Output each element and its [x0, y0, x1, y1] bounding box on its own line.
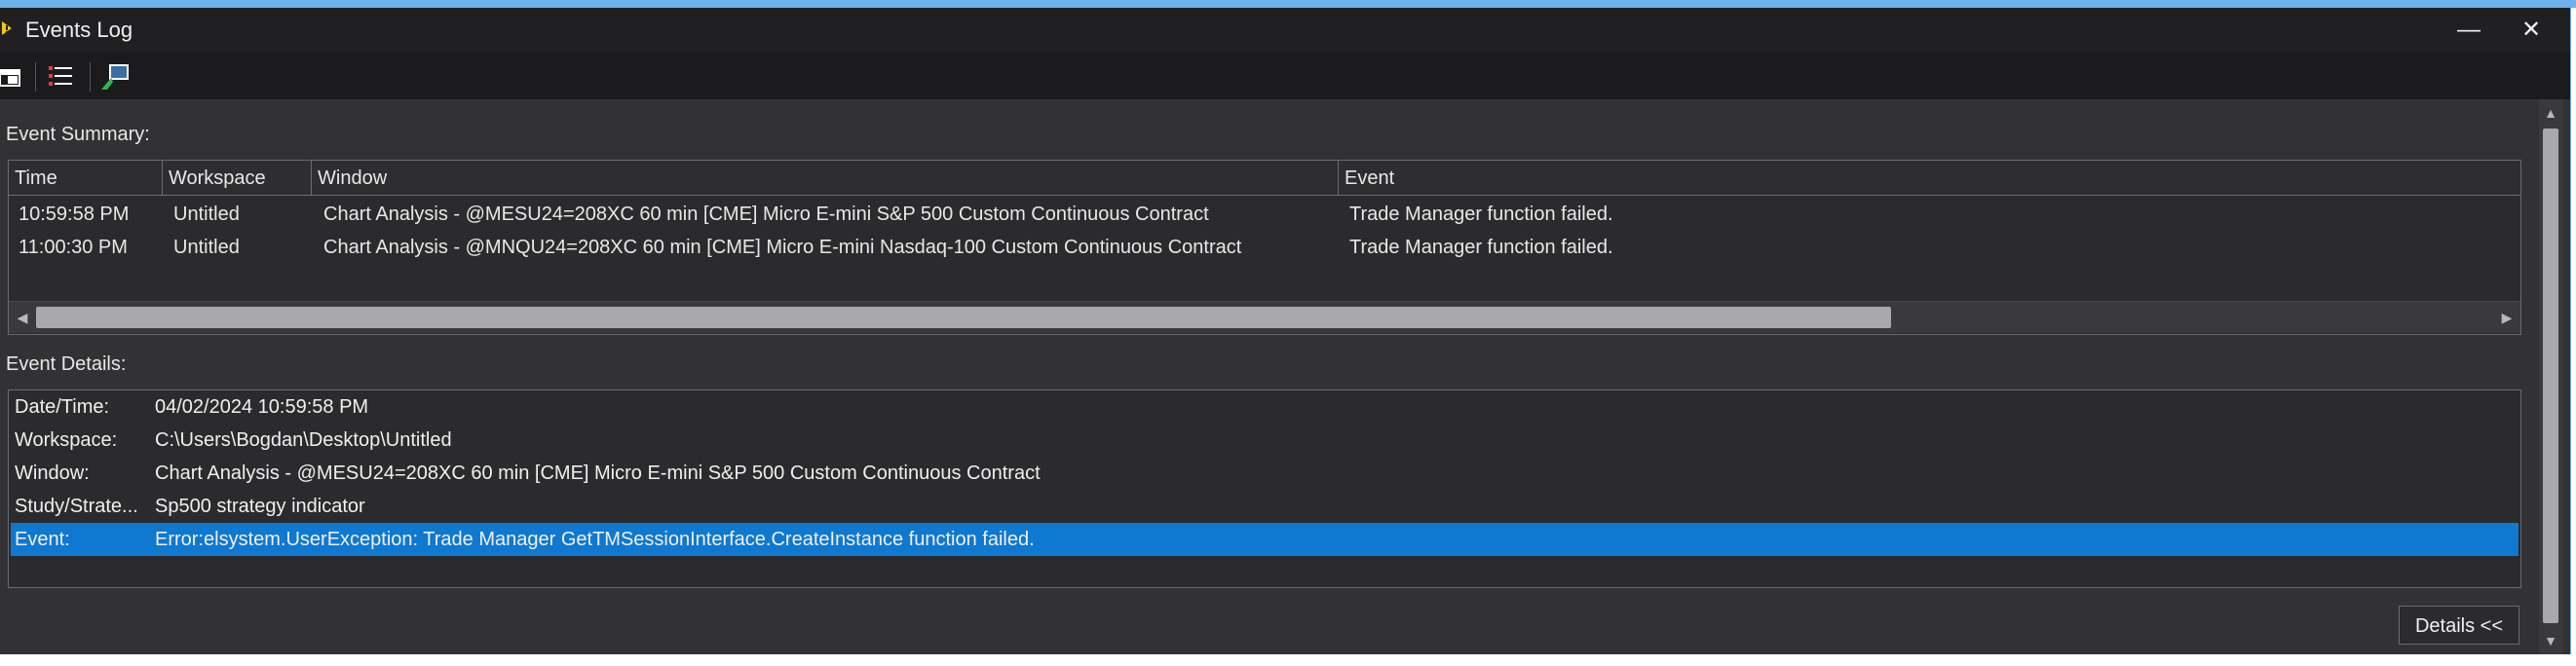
event-details-list: Date/Time: 04/02/2024 10:59:58 PM Worksp…: [8, 389, 2521, 588]
detail-row-window[interactable]: Window: Chart Analysis - @MESU24=208XC 6…: [11, 457, 2519, 490]
warning-icon: [0, 19, 14, 37]
detail-row-event-selected[interactable]: Event: Error:elsystem.UserException: Tra…: [11, 523, 2519, 556]
cell-time: 11:00:30 PM: [19, 237, 128, 258]
detail-value: Chart Analysis - @MESU24=208XC 60 min [C…: [155, 462, 1041, 484]
toolbar-separator: [35, 62, 36, 92]
toolbar-separator: [90, 62, 91, 92]
detail-value: 04/02/2024 10:59:58 PM: [155, 396, 369, 418]
list-button[interactable]: [45, 60, 78, 93]
column-header-time[interactable]: Time: [9, 161, 163, 196]
layout-icon: [0, 69, 20, 87]
vertical-scroll-thumb[interactable]: [2543, 129, 2558, 623]
cell-window: Chart Analysis - @MESU24=208XC 60 min [C…: [323, 204, 1209, 225]
list-icon: [49, 66, 72, 86]
detail-label: Event:: [15, 529, 70, 550]
details-toggle-button[interactable]: Details <<: [2399, 606, 2519, 645]
window-title: Events Log: [25, 18, 133, 42]
cell-event: Trade Manager function failed.: [1349, 204, 1613, 225]
scroll-right-icon[interactable]: ▶: [2497, 308, 2517, 327]
horizontal-scroll-thumb[interactable]: [36, 307, 1891, 328]
cell-workspace: Untitled: [173, 237, 240, 258]
export-icon: [101, 64, 129, 90]
detail-row-workspace[interactable]: Workspace: C:\Users\Bogdan\Desktop\Untit…: [11, 424, 2519, 457]
cell-workspace: Untitled: [173, 204, 240, 225]
cell-time: 10:59:58 PM: [19, 204, 130, 225]
horizontal-scrollbar[interactable]: ◀ ▶: [9, 301, 2520, 333]
title-bar[interactable]: Events Log — ✕: [0, 8, 2570, 53]
table-row[interactable]: 10:59:58 PM Untitled Chart Analysis - @M…: [9, 198, 2520, 231]
cell-window: Chart Analysis - @MNQU24=208XC 60 min [C…: [323, 237, 1242, 258]
vertical-scrollbar[interactable]: ▲ ▼: [2539, 99, 2562, 654]
screen: Events Log — ✕ Event Summary: Time Works…: [0, 0, 2576, 666]
column-header-workspace[interactable]: Workspace: [163, 161, 312, 196]
detail-label: Date/Time:: [15, 396, 110, 418]
detail-value: C:\Users\Bogdan\Desktop\Untitled: [155, 429, 452, 451]
detail-row-datetime[interactable]: Date/Time: 04/02/2024 10:59:58 PM: [11, 390, 2519, 424]
cell-event: Trade Manager function failed.: [1349, 237, 1613, 258]
detail-value: Sp500 strategy indicator: [155, 496, 365, 517]
scroll-down-icon[interactable]: ▼: [2541, 631, 2560, 650]
minimize-button[interactable]: —: [2449, 14, 2488, 47]
scroll-left-icon[interactable]: ◀: [13, 308, 32, 327]
events-log-window: Events Log — ✕ Event Summary: Time Works…: [0, 8, 2571, 654]
detail-value: Error:elsystem.UserException: Trade Mana…: [155, 529, 1035, 550]
toolbar: [0, 53, 2570, 99]
export-button[interactable]: [99, 60, 133, 93]
content-area: Event Summary: Time Workspace Window Eve…: [0, 99, 2533, 654]
column-header-window[interactable]: Window: [312, 161, 1339, 196]
table-row[interactable]: 11:00:30 PM Untitled Chart Analysis - @M…: [9, 231, 2520, 264]
detail-label: Study/Strate...: [15, 496, 138, 517]
detail-row-study-strategy[interactable]: Study/Strate... Sp500 strategy indicator: [11, 490, 2519, 523]
event-summary-table: Time Workspace Window Event 10:59:58 PM …: [8, 160, 2521, 335]
scroll-up-icon[interactable]: ▲: [2541, 103, 2560, 123]
event-details-label: Event Details:: [6, 353, 127, 375]
desktop-accent-bar: [0, 0, 2576, 8]
detail-label: Workspace:: [15, 429, 118, 451]
close-icon: ✕: [2520, 17, 2542, 43]
detail-label: Window:: [15, 462, 90, 484]
minimize-icon: —: [2457, 17, 2481, 43]
column-header-event[interactable]: Event: [1339, 161, 2520, 196]
layout-button[interactable]: [0, 60, 33, 93]
event-summary-label: Event Summary:: [6, 124, 150, 145]
close-button[interactable]: ✕: [2512, 14, 2551, 47]
